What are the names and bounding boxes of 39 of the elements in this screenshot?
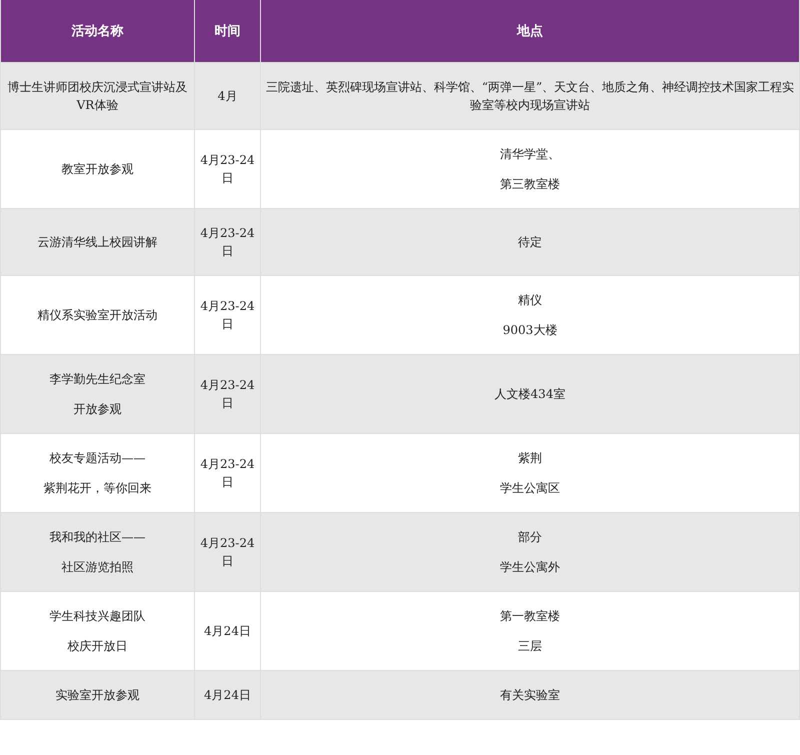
cell-text: 4月23-24日 [199, 456, 256, 491]
cell-text: 4月24日 [204, 623, 251, 640]
cell-text: 三院遗址、英烈碑现场宣讲站、科学馆、“两弹一星”、天文台、地质之角、神经调控技术国家工程实验室等校内现场宣讲站 [265, 79, 795, 114]
cell-text: 学生公寓外 [500, 559, 560, 576]
cell-text: 开放参观 [74, 401, 122, 418]
cell-text: 校友专题活动—— [50, 450, 146, 467]
cell-text: 4月23-24日 [199, 535, 256, 570]
cell-text: 部分 [518, 529, 542, 546]
cell-text: 精仪 [518, 292, 542, 309]
cell-text: 9003大楼 [502, 322, 558, 339]
cell-text: 学生科技兴趣团队 [50, 608, 146, 625]
cell-text: 4月24日 [204, 687, 251, 704]
cell-text: 紫荆花开，等你回来 [44, 480, 152, 497]
cell-text: 学生公寓区 [500, 480, 560, 497]
cell-text: 4月23-24日 [199, 152, 256, 187]
cell-text: 第一教室楼 [500, 608, 560, 625]
column-header: 地点 [260, 0, 800, 62]
cell-text: 紫荆 [518, 450, 542, 467]
cell-text: 第三教室楼 [500, 176, 560, 193]
cell-text: 李学勤先生纪念室 [50, 371, 146, 388]
cell-text: 待定 [518, 234, 542, 251]
cell-text: 人文楼434室 [494, 386, 566, 403]
cell-text: 博士生讲师团校庆沉浸式宣讲站及VR体验 [6, 79, 188, 114]
cell-text: 清华学堂、 [500, 146, 560, 163]
cell-text: 云游清华线上校园讲解 [38, 234, 158, 251]
cell-text: 4月 [218, 88, 238, 105]
column-header: 活动名称 [0, 0, 194, 62]
cell-text: 4月23-24日 [199, 377, 256, 412]
cell-text: 教室开放参观 [62, 161, 134, 178]
cell-text: 4月23-24日 [199, 225, 256, 260]
column-header: 时间 [194, 0, 260, 62]
cell-text: 精仪系实验室开放活动 [38, 307, 158, 324]
cell-text: 校庆开放日 [68, 638, 128, 655]
cell-text: 我和我的社区—— [50, 529, 146, 546]
cell-text: 实验室开放参观 [56, 687, 140, 704]
cell-text: 三层 [518, 638, 542, 655]
cell-text: 4月23-24日 [199, 298, 256, 333]
cell-text: 有关实验室 [500, 687, 560, 704]
cell-text: 社区游览拍照 [62, 559, 134, 576]
